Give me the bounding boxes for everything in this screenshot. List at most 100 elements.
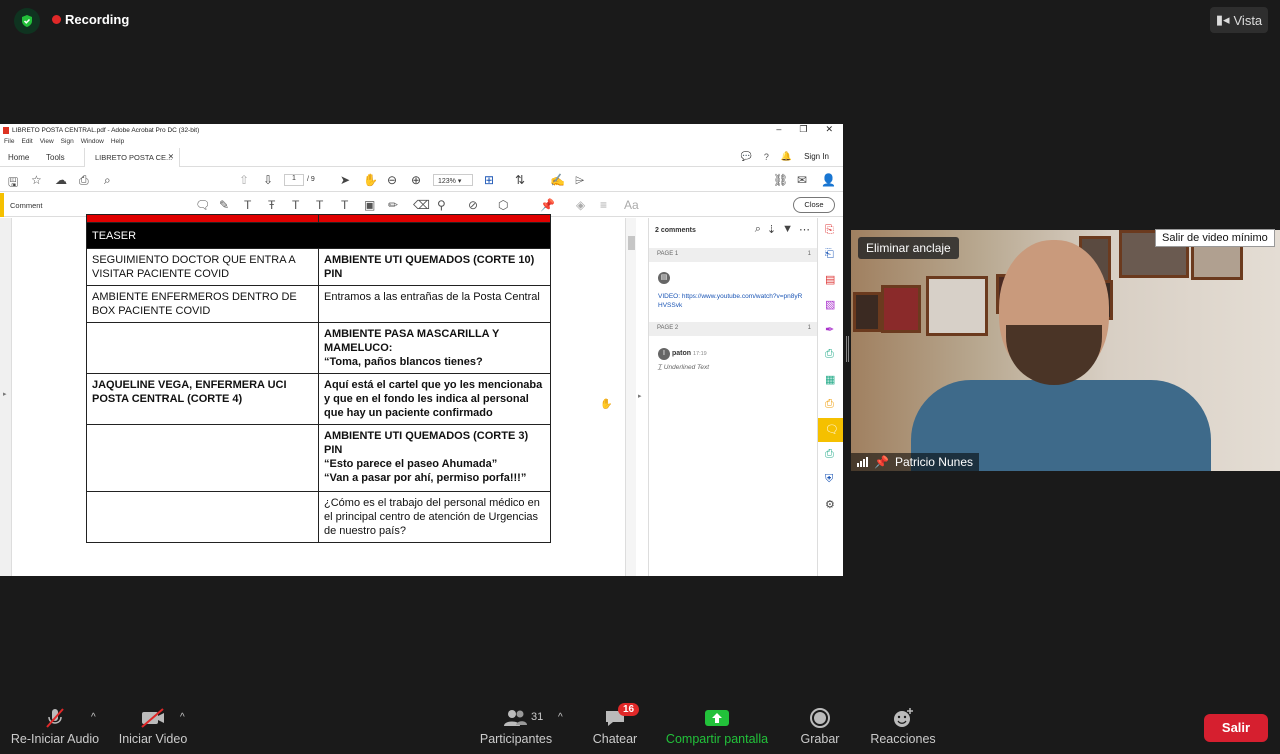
sort-icon[interactable]: ⇣ xyxy=(767,223,776,236)
more-options-icon[interactable]: ⋯ xyxy=(799,223,810,236)
document-scrollbar[interactable] xyxy=(625,218,636,576)
print-icon[interactable]: ⎙ xyxy=(79,173,89,188)
pin-icon[interactable]: 📌 xyxy=(540,198,555,212)
link-share-icon[interactable]: ⛓ xyxy=(773,173,788,187)
insert-text-icon[interactable]: T xyxy=(316,198,323,212)
participant-video[interactable] xyxy=(851,230,1280,471)
add-text-icon[interactable]: T xyxy=(341,198,348,212)
chat-bubble-icon[interactable]: 💬 xyxy=(741,151,752,162)
sticky-note-icon[interactable]: 🗨 xyxy=(195,198,210,212)
next-page-icon[interactable]: ⇩ xyxy=(263,173,273,187)
expand-left-icon[interactable]: ▸ xyxy=(3,390,7,398)
print-production-icon[interactable]: ⎙ xyxy=(825,448,834,461)
scroll-mode-icon[interactable]: ⇅ xyxy=(515,173,525,187)
comment-text[interactable]: VIDEO: https://www.youtube.com/watch?v=p… xyxy=(658,292,804,310)
stamp-icon[interactable]: ⚲ xyxy=(437,198,446,212)
collapse-panel-icon[interactable]: ▸ xyxy=(638,392,642,400)
page-group-1[interactable]: PAGE 1 1 xyxy=(649,248,817,262)
audio-button[interactable]: Re-Iniciar Audio xyxy=(10,706,100,746)
sign-pen-icon[interactable]: ✍ xyxy=(550,173,565,187)
strikethrough-icon[interactable]: Ŧ xyxy=(268,198,275,212)
add-user-icon[interactable]: 👤 xyxy=(821,173,836,187)
resize-handle[interactable] xyxy=(846,336,849,362)
zoom-out-icon[interactable]: ⊖ xyxy=(387,173,397,187)
left-nav-strip[interactable]: ▸ xyxy=(0,218,12,576)
text-box-icon[interactable]: ▣ xyxy=(364,198,375,212)
help-icon[interactable]: ? xyxy=(764,152,769,162)
unpin-button[interactable]: Eliminar anclaje xyxy=(858,237,959,259)
prev-page-icon[interactable]: ⇧ xyxy=(239,173,249,187)
leave-button[interactable]: Salir xyxy=(1204,714,1268,742)
fit-page-icon[interactable]: ⊞ xyxy=(484,173,494,187)
tab-close-icon[interactable]: ✕ xyxy=(168,152,174,161)
replace-text-icon[interactable]: T xyxy=(292,198,299,212)
tab-home[interactable]: Home xyxy=(8,153,29,162)
tab-document[interactable]: LIBRETO POSTA CE... ✕ xyxy=(84,148,180,167)
audio-options-caret-icon[interactable]: ^ xyxy=(91,712,96,723)
bell-icon[interactable]: 🔔 xyxy=(781,151,792,162)
video-options-caret-icon[interactable]: ^ xyxy=(180,712,185,723)
tab-tools[interactable]: Tools xyxy=(46,153,65,162)
minimize-icon[interactable]: – xyxy=(776,124,781,135)
zoom-in-icon[interactable]: ⊕ xyxy=(411,173,421,187)
page-number-input[interactable]: 1 xyxy=(284,174,304,186)
bookmark-star-icon[interactable]: ☆ xyxy=(31,173,42,187)
menu-edit[interactable]: Edit xyxy=(21,138,32,145)
page-group-2[interactable]: PAGE 2 1 xyxy=(649,322,817,336)
select-cursor-icon[interactable]: ➤ xyxy=(340,173,350,187)
participants-options-caret-icon[interactable]: ^ xyxy=(558,712,563,723)
cell-right: AMBIENTE UTI QUEMADOS (CORTE 10) PIN xyxy=(318,248,551,286)
combine-icon[interactable]: ▤ xyxy=(825,273,835,286)
zoom-select[interactable]: 123% ▾ xyxy=(433,174,473,186)
upload-cloud-icon[interactable]: ☁ xyxy=(55,173,67,187)
recording-indicator[interactable]: Recording xyxy=(52,12,129,27)
more-tools-icon[interactable]: ⚙ xyxy=(825,498,835,511)
scroll-thumb[interactable] xyxy=(628,236,635,250)
menu-help[interactable]: Help xyxy=(111,138,124,145)
record-button[interactable]: Grabar xyxy=(796,706,844,746)
maximize-icon[interactable]: ❐ xyxy=(799,124,807,135)
organize-icon[interactable]: ▦ xyxy=(825,373,835,386)
view-icon: ▮◂ xyxy=(1215,12,1230,27)
comment-tool-icon[interactable]: 🗨 xyxy=(825,423,839,436)
find-icon[interactable]: ⌕ xyxy=(104,173,111,188)
export-pdf-icon[interactable]: ⎘ xyxy=(825,224,834,237)
underline-text-icon[interactable]: T xyxy=(244,198,251,212)
menu-file[interactable]: File xyxy=(4,138,14,145)
email-icon[interactable]: ✉ xyxy=(797,173,807,187)
close-window-icon[interactable]: ✕ xyxy=(825,124,833,135)
menu-view[interactable]: View xyxy=(40,138,54,145)
protect-icon[interactable]: ⛨ xyxy=(825,473,833,486)
sign-in-button[interactable]: Sign In xyxy=(804,152,829,161)
create-pdf-icon[interactable]: ⎗ xyxy=(825,248,834,261)
security-shield-icon[interactable] xyxy=(14,8,40,34)
menu-window[interactable]: Window xyxy=(81,138,104,145)
highlight-icon[interactable]: ✎ xyxy=(219,198,229,212)
view-button[interactable]: ▮◂ Vista xyxy=(1210,7,1268,33)
share-screen-button[interactable]: Compartir pantalla xyxy=(662,706,772,746)
send-sign-icon[interactable]: ⎙ xyxy=(825,348,834,361)
save-icon[interactable]: 🖫 xyxy=(8,173,18,194)
comment-item[interactable]: I paton 17:19 T̲ Underlined Text xyxy=(658,348,709,371)
close-comment-button[interactable]: Close xyxy=(793,197,835,213)
attach-icon[interactable]: ⊘ xyxy=(468,198,478,212)
edit-pdf-icon[interactable]: ▧ xyxy=(825,298,835,311)
line-weight-icon[interactable]: ≡ xyxy=(600,198,607,212)
participants-button[interactable]: Participantes xyxy=(476,706,556,746)
reactions-button[interactable]: Reacciones xyxy=(868,706,938,746)
search-comments-icon[interactable]: ⌕ xyxy=(755,223,761,236)
filter-icon[interactable]: ▼ xyxy=(782,223,793,236)
wall-picture xyxy=(853,292,881,332)
menu-sign[interactable]: Sign xyxy=(61,138,74,145)
pencil-icon[interactable]: ✏ xyxy=(388,198,398,212)
chat-unread-badge: 16 xyxy=(618,703,640,716)
shapes-icon[interactable]: ⬡ xyxy=(498,198,508,212)
font-icon[interactable]: Aa xyxy=(624,198,639,212)
comment-item[interactable]: ▤ VIDEO: https://www.youtube.com/watch?v… xyxy=(658,272,804,310)
eraser-icon[interactable]: ⌫ xyxy=(413,198,430,212)
tag-icon[interactable]: ⌲ xyxy=(575,173,584,188)
fill-color-icon[interactable]: ◈ xyxy=(576,198,585,212)
fill-sign-icon[interactable]: ✒ xyxy=(825,323,834,336)
scan-icon[interactable]: ⎙ xyxy=(825,398,834,411)
hand-tool-icon[interactable]: ✋ xyxy=(363,173,378,187)
